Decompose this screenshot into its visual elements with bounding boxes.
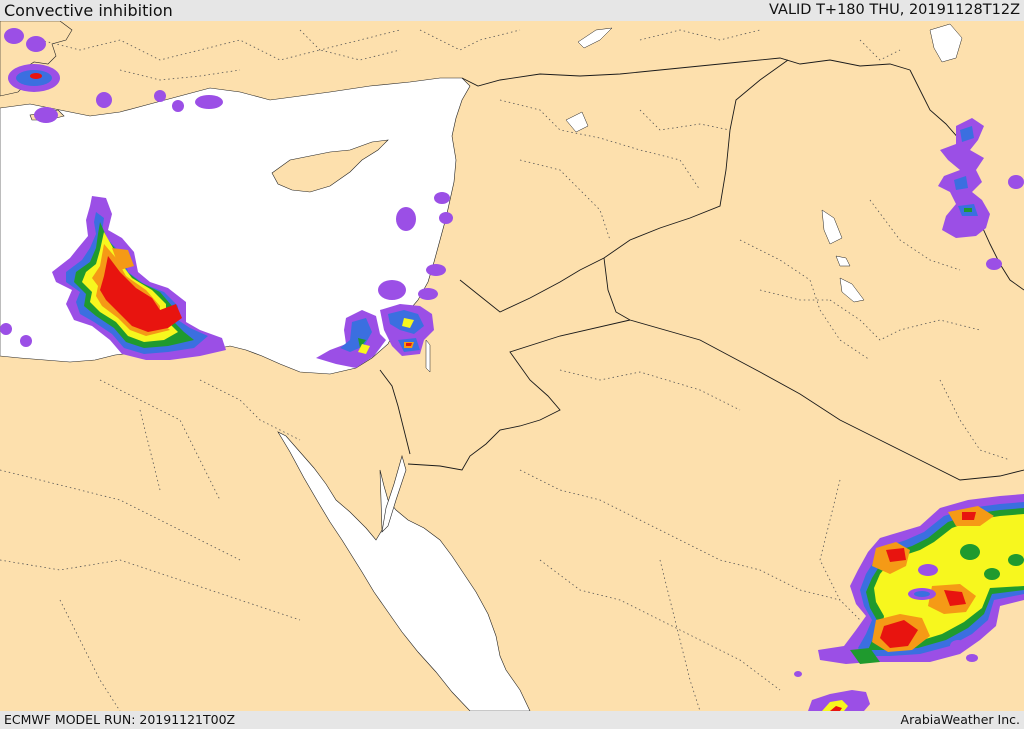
forecast-map (0, 21, 1024, 711)
footer-bar: ECMWF MODEL RUN: 20191121T00Z ArabiaWeat… (0, 711, 1024, 729)
map-title: Convective inhibition (4, 1, 173, 20)
header-bar: Convective inhibition VALID T+180 THU, 2… (0, 0, 1024, 21)
model-run: ECMWF MODEL RUN: 20191121T00Z (4, 712, 236, 727)
credit: ArabiaWeather Inc. (900, 712, 1020, 727)
valid-time: VALID T+180 THU, 20191128T12Z (769, 2, 1020, 18)
dead-sea (425, 339, 431, 373)
